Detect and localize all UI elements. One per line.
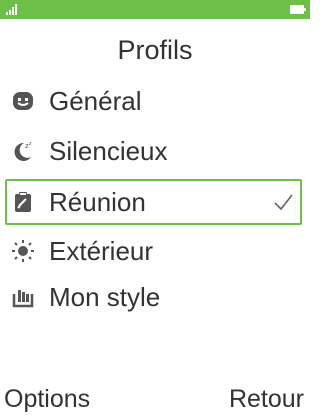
options-softkey[interactable]: Options [4, 385, 90, 414]
profile-label: Extérieur [49, 235, 154, 266]
profile-label: Silencieux [49, 135, 168, 166]
profile-item-reunion[interactable]: Réunion [5, 179, 302, 225]
profile-item-exterieur[interactable]: Extérieur [5, 228, 302, 274]
smiley-icon [11, 89, 35, 113]
status-bar [0, 0, 310, 19]
profile-label: Général [49, 85, 142, 116]
back-softkey[interactable]: Retour [229, 385, 304, 414]
signal-bars-icon [6, 4, 17, 15]
checkmark-icon [274, 194, 293, 211]
softkey-bar: Options Retour [0, 382, 310, 416]
svg-text:z: z [29, 141, 32, 147]
battery-icon [290, 5, 306, 14]
profile-label: Réunion [49, 186, 146, 217]
profile-label: Mon style [49, 281, 161, 312]
clipboard-icon [11, 190, 35, 214]
moon-sleep-icon: z z [11, 139, 35, 163]
profile-item-general[interactable]: Général [5, 78, 302, 124]
page-title: Profils [117, 35, 193, 65]
profile-item-mon-style[interactable]: Mon style [5, 274, 302, 320]
profile-item-silencieux[interactable]: z z Silencieux [5, 128, 302, 174]
sun-icon [11, 239, 35, 263]
custom-style-icon [11, 285, 35, 309]
